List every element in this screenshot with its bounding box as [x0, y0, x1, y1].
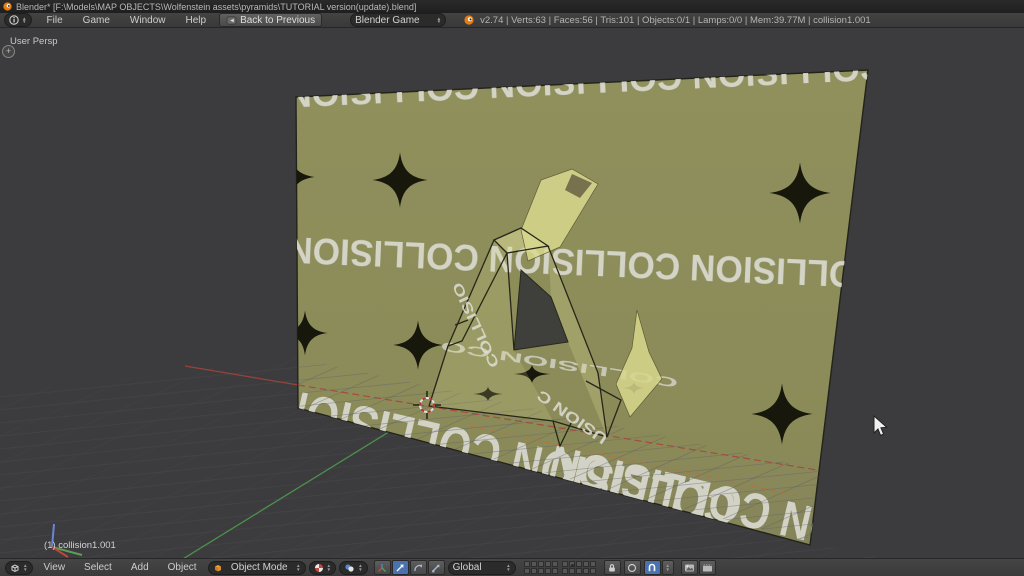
back-to-previous-button[interactable]: Back to Previous	[219, 13, 323, 27]
engine-select[interactable]: Blender Game ▲ ▼	[350, 13, 447, 27]
manipulator-axes-icon	[378, 563, 387, 572]
active-layer-cell	[568, 561, 575, 567]
menu-add[interactable]: Add	[123, 562, 157, 573]
blender-logo-icon	[3, 2, 12, 11]
render-image-icon	[684, 564, 694, 571]
opengl-render-anim-button[interactable]	[698, 560, 716, 575]
proportional-circle-icon	[628, 563, 637, 572]
layers-block-1[interactable]	[523, 561, 558, 574]
magnet-icon	[648, 563, 656, 571]
editor-type-select[interactable]: ▲ ▼	[5, 560, 33, 575]
translate-arrow-icon	[396, 564, 404, 571]
snap-element-select[interactable]: ▲ ▼	[661, 560, 674, 575]
back-arrow-icon	[226, 16, 237, 24]
view3d-editor-icon	[11, 563, 19, 572]
scene-lock-button[interactable]	[603, 560, 621, 575]
updown-arrows-icon: ▲ ▼	[358, 563, 363, 572]
object-mode-cube-icon	[214, 564, 221, 571]
updown-arrows-icon: ▲ ▼	[506, 563, 511, 572]
menu-file[interactable]: File	[38, 15, 72, 26]
menu-select[interactable]: Select	[76, 562, 120, 573]
snap-toggle-button[interactable]	[643, 560, 661, 575]
info-editor-icon	[9, 15, 19, 25]
opengl-render-image-button[interactable]	[680, 560, 698, 575]
menu-window[interactable]: Window	[121, 15, 175, 26]
manipulator-rotate-button[interactable]	[409, 560, 427, 575]
scene-canvas[interactable]: COLLISION COLLISION COLLISION COLLISION …	[0, 28, 1024, 571]
shading-sphere-icon	[314, 563, 323, 572]
scale-arrow-icon	[432, 564, 440, 572]
rotate-arc-icon	[414, 564, 423, 571]
mode-label: Object Mode	[230, 562, 288, 573]
title-bar: Blender* [F:\Models\MAP OBJECTS\Wolfenst…	[0, 0, 1024, 13]
updown-arrows-icon: ▲ ▼	[22, 15, 27, 24]
menu-view[interactable]: View	[36, 562, 74, 573]
blender-logo-icon	[464, 15, 474, 25]
viewport-3d[interactable]: COLLISION COLLISION COLLISION COLLISION …	[0, 28, 1024, 571]
menu-object[interactable]: Object	[160, 562, 205, 573]
window-title: Blender* [F:\Models\MAP OBJECTS\Wolfenst…	[16, 1, 417, 12]
engine-label: Blender Game	[355, 14, 420, 26]
toolshelf-expand-button[interactable]: +	[2, 45, 15, 58]
updown-arrows-icon: ▲ ▼	[665, 563, 670, 572]
updown-arrows-icon: ▲ ▼	[326, 563, 332, 572]
manipulator-translate-button[interactable]	[391, 560, 409, 575]
manipulator-toggle-button[interactable]	[373, 560, 391, 575]
pivot-point-select[interactable]: ▲ ▼	[339, 560, 368, 575]
view-label: User Persp	[10, 36, 58, 47]
updown-arrows-icon: ▲ ▼	[296, 563, 301, 572]
blender-window: Blender* [F:\Models\MAP OBJECTS\Wolfenst…	[0, 0, 1024, 576]
info-bar: ▲ ▼ File Game Window Help Back to Previou…	[0, 13, 1024, 28]
active-object-label: (1) collision1.001	[44, 540, 116, 551]
menu-help[interactable]: Help	[176, 15, 215, 26]
lock-icon	[609, 563, 615, 571]
orientation-select[interactable]: Global ▲ ▼	[447, 560, 516, 575]
mode-select[interactable]: Object Mode ▲ ▼	[207, 560, 306, 575]
layers-widget[interactable]	[523, 561, 596, 574]
orientation-label: Global	[452, 562, 482, 573]
render-anim-icon	[702, 563, 712, 571]
proportional-edit-button[interactable]	[623, 560, 641, 575]
layers-block-2[interactable]	[561, 561, 596, 574]
back-to-previous-label: Back to Previous	[240, 14, 316, 26]
scene-stats: v2.74 | Verts:63 | Faces:56 | Tris:101 |…	[480, 14, 871, 26]
updown-arrows-icon: ▲ ▼	[23, 563, 28, 572]
updown-arrows-icon: ▲ ▼	[436, 15, 442, 24]
pivot-median-icon	[345, 563, 354, 572]
editor-type-select[interactable]: ▲ ▼	[4, 13, 32, 27]
view3d-header: ▲ ▼ View Select Add Object Object Mode ▲ ▼…	[0, 558, 1024, 576]
manipulator-scale-button[interactable]	[427, 560, 445, 575]
viewport-shading-select[interactable]: ▲ ▼	[308, 560, 337, 575]
menu-game[interactable]: Game	[74, 15, 119, 26]
